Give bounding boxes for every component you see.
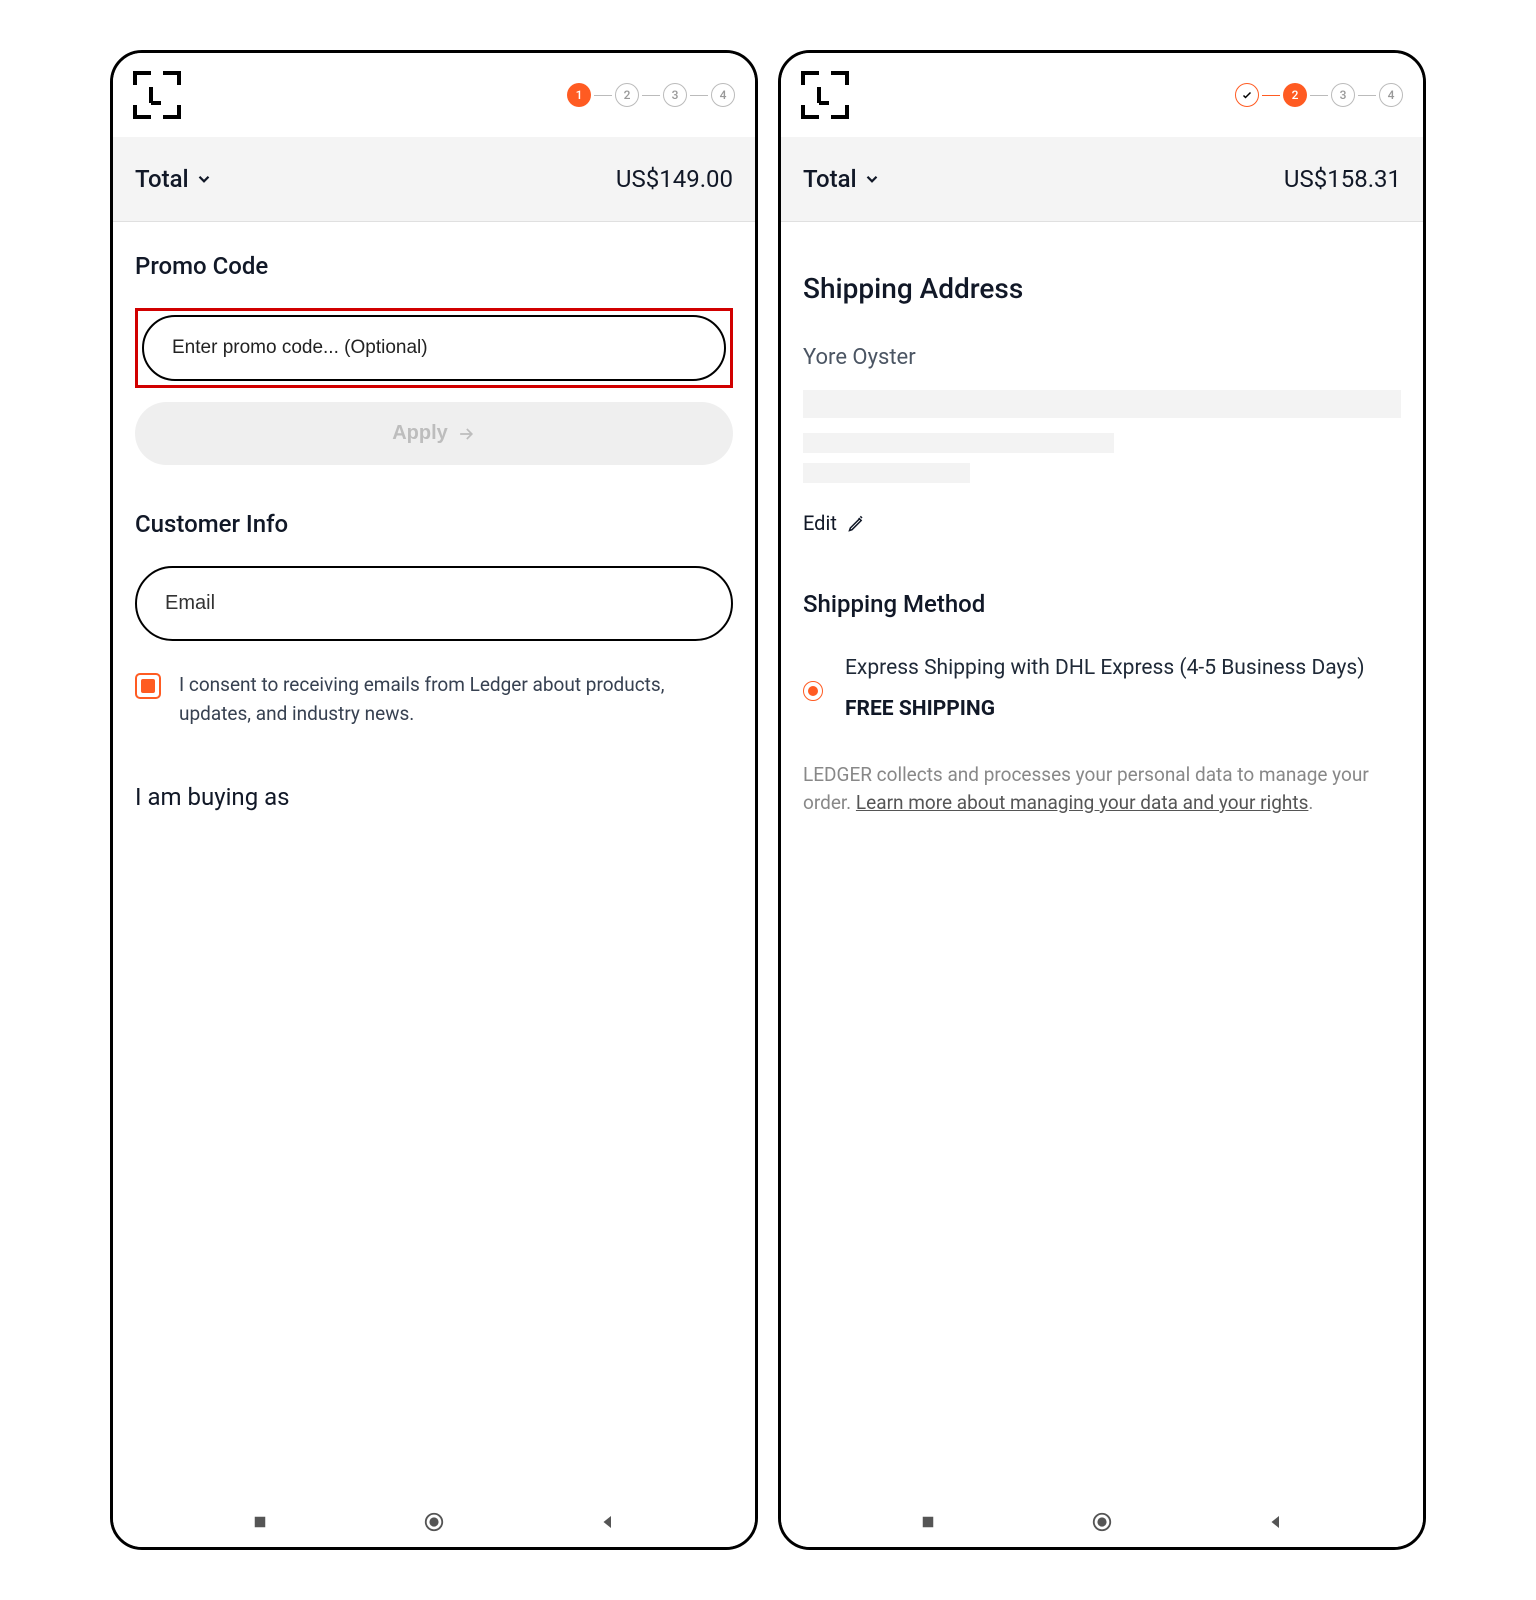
promo-code-input[interactable] xyxy=(142,315,726,381)
address-name: Yore Oyster xyxy=(803,345,1401,370)
step-4: 4 xyxy=(711,83,735,107)
phone-screen-step1: 1 2 3 4 Total US$149.00 Promo Code Apply xyxy=(110,50,758,1550)
legal-text: LEDGER collects and processes your perso… xyxy=(803,761,1401,818)
back-icon[interactable] xyxy=(596,1510,620,1534)
address-line-redacted xyxy=(803,433,1114,453)
step-1: 1 xyxy=(567,83,591,107)
checkout-stepper: 2 3 4 xyxy=(1235,83,1403,107)
free-shipping-label: FREE SHIPPING xyxy=(845,697,1365,721)
chevron-down-icon xyxy=(195,170,213,188)
edit-address-button[interactable]: Edit xyxy=(803,511,1401,535)
android-navbar xyxy=(113,1497,755,1547)
chevron-down-icon xyxy=(863,170,881,188)
back-icon[interactable] xyxy=(1264,1510,1288,1534)
pencil-icon xyxy=(847,513,867,533)
header: 1 2 3 4 xyxy=(113,53,755,137)
customer-info-title: Customer Info xyxy=(135,510,733,538)
total-amount: US$158.31 xyxy=(1284,165,1401,193)
apply-button[interactable]: Apply xyxy=(135,402,733,465)
consent-checkbox[interactable] xyxy=(135,673,161,699)
legal-link[interactable]: Learn more about managing your data and … xyxy=(856,791,1308,814)
step-2: 2 xyxy=(615,83,639,107)
step-1-done xyxy=(1235,83,1259,107)
android-navbar xyxy=(781,1497,1423,1547)
phone-screen-step2: 2 3 4 Total US$158.31 Shipping Address Y… xyxy=(778,50,1426,1550)
total-amount: US$149.00 xyxy=(616,165,733,193)
check-icon xyxy=(1241,89,1253,101)
home-icon[interactable] xyxy=(1090,1510,1114,1534)
total-bar[interactable]: Total US$158.31 xyxy=(781,137,1423,222)
arrow-right-icon xyxy=(456,424,476,444)
ledger-logo-icon xyxy=(801,71,849,119)
email-input[interactable] xyxy=(135,566,733,641)
promo-code-title: Promo Code xyxy=(135,252,733,280)
shipping-method-title: Shipping Method xyxy=(803,590,1401,618)
step-2: 2 xyxy=(1283,83,1307,107)
address-line-redacted xyxy=(803,463,970,483)
home-icon[interactable] xyxy=(422,1510,446,1534)
consent-text: I consent to receiving emails from Ledge… xyxy=(179,671,733,728)
shipping-radio[interactable] xyxy=(803,681,823,701)
shipping-option-label: Express Shipping with DHL Express (4-5 B… xyxy=(845,653,1365,685)
buying-as-title: I am buying as xyxy=(135,783,733,811)
step-3: 3 xyxy=(663,83,687,107)
step-3: 3 xyxy=(1331,83,1355,107)
address-line-redacted xyxy=(803,390,1401,418)
recent-apps-icon[interactable] xyxy=(248,1510,272,1534)
step-4: 4 xyxy=(1379,83,1403,107)
shipping-option[interactable]: Express Shipping with DHL Express (4-5 B… xyxy=(803,653,1401,721)
total-label: Total xyxy=(135,165,213,193)
recent-apps-icon[interactable] xyxy=(916,1510,940,1534)
promo-highlight xyxy=(135,308,733,388)
shipping-address-title: Shipping Address xyxy=(803,272,1401,305)
checkout-stepper: 1 2 3 4 xyxy=(567,83,735,107)
header: 2 3 4 xyxy=(781,53,1423,137)
total-bar[interactable]: Total US$149.00 xyxy=(113,137,755,222)
ledger-logo-icon xyxy=(133,71,181,119)
total-label: Total xyxy=(803,165,881,193)
